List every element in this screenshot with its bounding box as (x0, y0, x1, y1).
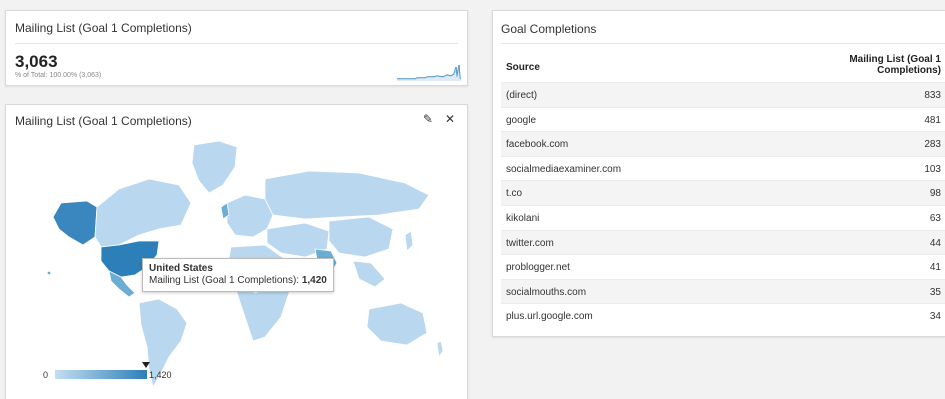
cell-value: 35 (929, 286, 941, 298)
table-row[interactable]: socialmouths.com 35 (501, 278, 945, 304)
map-region-greenland (191, 140, 238, 194)
cell-value: 833 (924, 90, 941, 101)
map-region-southeast-asia (352, 260, 386, 288)
table-row[interactable]: (direct) 833 (501, 82, 945, 107)
legend-gradient (55, 370, 147, 379)
map-region-new-zealand (436, 340, 444, 359)
cell-source: facebook.com (506, 139, 569, 151)
legend-max: 1,420 (149, 370, 172, 380)
legend-marker-icon (142, 362, 150, 368)
cell-value: 44 (929, 237, 941, 249)
table-row[interactable]: twitter.com 44 (501, 229, 945, 255)
map-tooltip: United States Mailing List (Goal 1 Compl… (142, 258, 334, 292)
table-row[interactable]: problogger.net 41 (501, 254, 945, 279)
cell-value: 283 (924, 139, 941, 151)
scorecard-value: 3,063 (15, 52, 58, 71)
map-region-alaska (52, 200, 98, 246)
cell-source: problogger.net (506, 262, 570, 274)
map-region-canada (94, 178, 192, 248)
close-icon[interactable]: ✕ (445, 112, 455, 126)
map-region-australia (366, 302, 428, 346)
map-region-japan (404, 230, 414, 252)
cell-value: 103 (924, 163, 941, 175)
scorecard-title: Mailing List (Goal 1 Completions) (15, 21, 192, 35)
cell-source: kikolani (506, 212, 540, 224)
cell-value: 481 (924, 114, 941, 126)
column-header-source[interactable]: Source (506, 62, 540, 73)
legend-min: 0 (43, 370, 49, 380)
table-widget-title: Goal Completions (501, 22, 597, 36)
cell-value: 41 (929, 262, 941, 274)
map-region-hawaii (47, 271, 51, 275)
cell-source: t.co (506, 188, 523, 200)
widget-tools: ✎ ✕ (423, 112, 455, 126)
table-row[interactable]: plus.url.google.com 34 (501, 303, 945, 328)
cell-source: (direct) (506, 90, 538, 101)
cell-source: socialmouths.com (506, 286, 587, 298)
table-row[interactable]: google 481 (501, 106, 945, 132)
geo-map[interactable]: United States Mailing List (Goal 1 Compl… (9, 137, 464, 395)
divider (15, 43, 458, 44)
sparkline (397, 64, 461, 81)
map-region-russia (264, 170, 430, 220)
cell-source: socialmediaexaminer.com (506, 163, 622, 175)
cell-value: 63 (929, 212, 941, 224)
map-widget-title: Mailing List (Goal 1 Completions) (15, 114, 192, 128)
cell-value: 98 (929, 188, 941, 200)
scorecard-widget: Mailing List (Goal 1 Completions) 3,063 … (5, 10, 468, 86)
color-legend: 0 1,420 (43, 362, 193, 387)
table-row[interactable]: kikolani 63 (501, 204, 945, 230)
table-row[interactable]: facebook.com 283 (501, 131, 945, 156)
map-widget: Mailing List (Goal 1 Completions) ✎ ✕ Un… (5, 104, 468, 399)
table-widget: Goal Completions Source Mailing List (Go… (492, 10, 945, 337)
cell-source: plus.url.google.com (506, 311, 593, 323)
cell-source: google (506, 114, 537, 126)
tooltip-metric-value: 1,420 (301, 275, 327, 286)
table-body: (direct) 833 google 481 facebook.com 283 socia… (501, 82, 945, 328)
divider (501, 43, 945, 44)
pencil-icon[interactable]: ✎ (423, 112, 433, 126)
map-region-china (328, 216, 394, 258)
table-row[interactable]: t.co 98 (501, 180, 945, 205)
table-header: Source Mailing List (Goal 1 Completions) (501, 47, 945, 83)
cell-value: 34 (929, 311, 941, 323)
column-header-metric[interactable]: Mailing List (Goal 1 Completions) (831, 54, 941, 76)
percent-of-total: % of Total: 100.00% (3,063) (15, 72, 102, 79)
tooltip-country: United States (149, 263, 213, 274)
tooltip-metric-label: Mailing List (Goal 1 Completions): (149, 275, 302, 286)
cell-source: twitter.com (506, 237, 554, 249)
table-row[interactable]: socialmediaexaminer.com 103 (501, 155, 945, 181)
